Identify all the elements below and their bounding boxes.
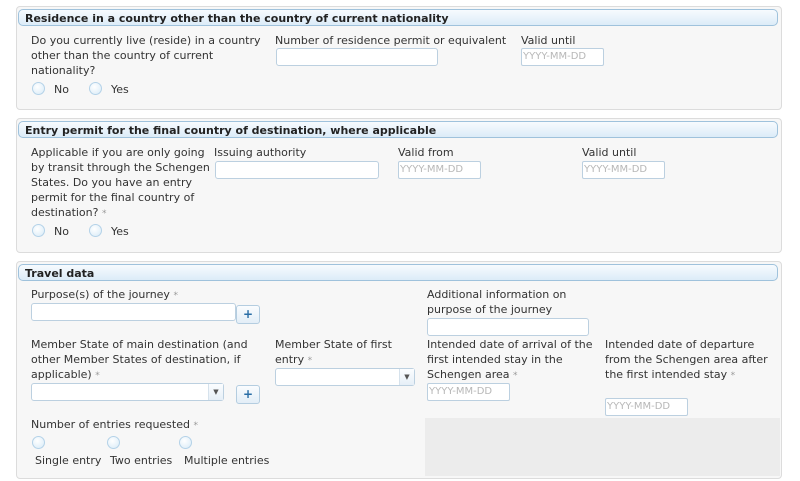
departure-date-label: Intended date of departure from the Sche… bbox=[605, 338, 768, 381]
entry-permit-no-label: No bbox=[54, 225, 69, 238]
required-mark: * bbox=[101, 209, 107, 219]
required-mark: * bbox=[307, 356, 313, 366]
arrival-date-input[interactable]: YYYY-MM-DD bbox=[427, 383, 510, 401]
additional-info-input[interactable] bbox=[427, 318, 589, 336]
travel-data-section-header: Travel data bbox=[18, 264, 778, 281]
arrival-date-label: Intended date of arrival of the first in… bbox=[427, 338, 593, 381]
entry-permit-section-title: Entry permit for the final country of de… bbox=[25, 124, 437, 137]
entry-permit-section-header: Entry permit for the final country of de… bbox=[18, 121, 778, 138]
first-entry-label: Member State of first entry * bbox=[275, 338, 392, 366]
residence-question: Do you currently live (reside) in a coun… bbox=[31, 34, 261, 77]
entry-valid-until-label: Valid until bbox=[582, 146, 637, 159]
required-mark: * bbox=[513, 371, 518, 381]
single-entry-label: Single entry bbox=[35, 454, 102, 467]
residence-permit-label: Number of residence permit or equivalent bbox=[275, 34, 507, 47]
additional-info-label: Additional information on purpose of the… bbox=[427, 288, 567, 316]
residence-valid-until-label: Valid until bbox=[521, 34, 576, 47]
empty-area bbox=[425, 418, 780, 476]
chevron-down-icon[interactable]: ▼ bbox=[399, 369, 414, 385]
purpose-label: Purpose(s) of the journey * bbox=[31, 288, 178, 301]
first-entry-select[interactable]: ▼ bbox=[275, 368, 415, 386]
main-destination-select[interactable]: ▼ bbox=[31, 383, 224, 401]
residence-no-radio[interactable] bbox=[32, 82, 45, 95]
entry-valid-from-label: Valid from bbox=[398, 146, 454, 159]
entries-label: Number of entries requested * bbox=[31, 418, 198, 431]
required-mark: * bbox=[193, 421, 198, 431]
entry-permit-question: Applicable if you are only going by tran… bbox=[31, 146, 210, 219]
single-entry-radio[interactable] bbox=[32, 436, 45, 449]
add-destination-button[interactable]: + bbox=[236, 385, 260, 404]
travel-data-section-title: Travel data bbox=[25, 267, 95, 280]
required-mark: * bbox=[95, 371, 100, 381]
purpose-input[interactable] bbox=[31, 303, 236, 321]
multiple-entries-radio[interactable] bbox=[179, 436, 192, 449]
residence-section-header: Residence in a country other than the co… bbox=[18, 9, 778, 26]
add-purpose-button[interactable]: + bbox=[236, 305, 260, 324]
main-destination-label: Member State of main destination (and ot… bbox=[31, 338, 248, 381]
entry-valid-from-input[interactable]: YYYY-MM-DD bbox=[398, 161, 481, 179]
residence-permit-input[interactable] bbox=[276, 48, 438, 66]
departure-date-input[interactable]: YYYY-MM-DD bbox=[605, 398, 688, 416]
residence-yes-radio[interactable] bbox=[89, 82, 102, 95]
chevron-down-icon[interactable]: ▼ bbox=[208, 384, 223, 400]
entry-permit-no-radio[interactable] bbox=[32, 224, 45, 237]
issuing-authority-input[interactable] bbox=[215, 161, 379, 179]
two-entries-label: Two entries bbox=[110, 454, 173, 467]
two-entries-radio[interactable] bbox=[107, 436, 120, 449]
residence-valid-until-input[interactable]: YYYY-MM-DD bbox=[521, 48, 604, 66]
required-mark: * bbox=[730, 371, 736, 381]
residence-section-title: Residence in a country other than the co… bbox=[25, 12, 449, 25]
multiple-entries-label: Multiple entries bbox=[184, 454, 270, 467]
entry-permit-yes-label: Yes bbox=[111, 225, 129, 238]
residence-yes-label: Yes bbox=[111, 83, 129, 96]
residence-no-label: No bbox=[54, 83, 69, 96]
required-mark: * bbox=[173, 291, 178, 301]
entry-valid-until-input[interactable]: YYYY-MM-DD bbox=[582, 161, 665, 179]
entry-permit-yes-radio[interactable] bbox=[89, 224, 102, 237]
issuing-authority-label: Issuing authority bbox=[214, 146, 307, 159]
